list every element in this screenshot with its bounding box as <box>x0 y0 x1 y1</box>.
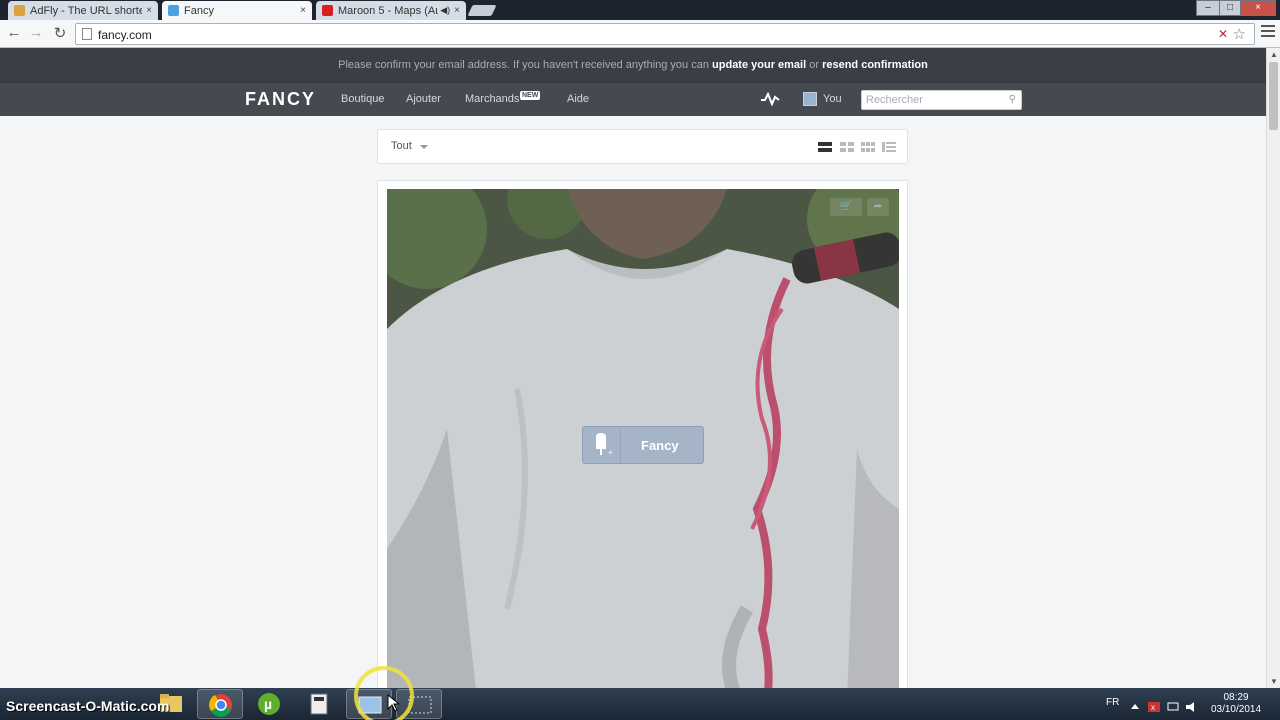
adfly-favicon-icon <box>14 5 25 16</box>
fancy-hand-icon: + <box>583 427 621 463</box>
tab-close-icon[interactable]: × <box>146 5 152 16</box>
confirm-text: Please confirm your email address. If yo… <box>338 59 709 71</box>
tab-close-icon[interactable]: × <box>454 5 460 16</box>
back-arrow-icon[interactable]: ← <box>5 24 23 41</box>
utorrent-icon: µ <box>258 693 280 715</box>
page-icon <box>82 28 92 40</box>
nav-boutique[interactable]: Boutique <box>341 93 384 105</box>
search-icon[interactable]: ⚲ <box>1009 94 1016 105</box>
mouse-cursor-icon <box>387 694 399 712</box>
list-view-icon[interactable] <box>882 142 896 152</box>
maximize-button[interactable]: □ <box>1219 0 1241 16</box>
you-label: You <box>823 93 842 105</box>
new-tab-button[interactable] <box>467 5 497 16</box>
activity-icon[interactable] <box>760 91 780 111</box>
scroll-down-icon[interactable]: ▼ <box>1270 677 1278 686</box>
minimize-button[interactable]: – <box>1196 0 1220 16</box>
browser-tab-adfly[interactable]: AdFly - The URL shortener × <box>8 1 158 20</box>
fancy-button-label: Fancy <box>641 438 679 453</box>
cursor-highlight-ring <box>354 666 414 720</box>
or-text: or <box>809 59 820 71</box>
chevron-down-icon[interactable] <box>420 145 428 149</box>
windows-taskbar: µ Screencast-O-Matic.com FR x 08:29 03/1… <box>0 688 1280 720</box>
browser-tab-fancy[interactable]: Fancy × <box>162 1 312 20</box>
browser-toolbar: ← → ↻ fancy.com ✕ ☆ <box>0 20 1280 48</box>
scrollbar-thumb[interactable] <box>1269 62 1278 130</box>
chrome-icon <box>209 694 232 717</box>
email-confirm-banner: Please confirm your email address. If yo… <box>0 48 1266 82</box>
tab-title: Fancy <box>184 4 214 17</box>
new-badge: NEW <box>520 91 541 100</box>
resend-confirmation-link[interactable]: resend confirmation <box>822 59 928 71</box>
nav-marchands[interactable]: Marchands <box>465 93 519 105</box>
nav-aide[interactable]: Aide <box>567 93 589 105</box>
calculator-icon <box>310 693 328 715</box>
audio-playing-icon: ◀) <box>440 5 451 15</box>
add-to-cart-icon[interactable]: 🛒 <box>830 198 862 216</box>
product-card: 🛒 ➦ + Fancy <box>377 180 908 688</box>
youtube-favicon-icon <box>322 5 333 16</box>
share-icon[interactable]: ➦ <box>867 198 889 216</box>
clock-time: 08:29 <box>1223 692 1249 703</box>
scroll-up-icon[interactable]: ▲ <box>1270 50 1278 59</box>
web-page: Please confirm your email address. If yo… <box>0 48 1266 688</box>
chrome-menu-icon[interactable] <box>1261 25 1275 40</box>
volume-icon[interactable] <box>1186 699 1196 712</box>
site-nav-bar: FANCY Boutique Ajouter Marchands NEW Aid… <box>0 82 1266 116</box>
tray-arrow-icon[interactable] <box>1130 699 1140 709</box>
category-dropdown[interactable]: Tout <box>391 140 412 152</box>
network-icon[interactable] <box>1167 699 1179 711</box>
search-input[interactable] <box>866 93 1002 107</box>
system-clock[interactable]: 08:29 03/10/2014 <box>1208 692 1264 716</box>
language-indicator[interactable]: FR <box>1106 697 1119 708</box>
tab-title: AdFly - The URL shortener <box>30 4 143 17</box>
nav-ajouter[interactable]: Ajouter <box>406 93 441 105</box>
fancy-favicon-icon <box>168 5 179 16</box>
screencast-watermark: Screencast-O-Matic.com <box>6 698 170 714</box>
clock-date: 03/10/2014 <box>1210 704 1262 715</box>
taskbar-chrome[interactable] <box>197 689 243 719</box>
user-menu[interactable]: You <box>803 92 842 106</box>
filter-bar: Tout <box>377 129 908 164</box>
svg-text:+: + <box>608 448 613 457</box>
taskbar-utorrent[interactable]: µ <box>246 689 292 719</box>
large-view-icon[interactable] <box>818 142 832 152</box>
forward-arrow-icon[interactable]: → <box>27 24 45 41</box>
product-photo[interactable]: 🛒 ➦ + Fancy <box>387 189 899 688</box>
flag-alert-icon[interactable]: x <box>1148 699 1160 712</box>
fancy-button[interactable]: + Fancy <box>582 426 704 464</box>
reload-icon[interactable]: ↻ <box>51 24 69 42</box>
svg-text:µ: µ <box>264 696 272 712</box>
bookmark-star-icon[interactable]: ☆ <box>1233 25 1246 43</box>
small-grid-icon[interactable] <box>861 142 875 152</box>
url-text: fancy.com <box>98 28 152 42</box>
avatar <box>803 92 817 106</box>
medium-grid-icon[interactable] <box>840 142 854 152</box>
fancy-logo[interactable]: FANCY <box>245 89 316 110</box>
tab-title: Maroon 5 - Maps (Aud <box>338 4 439 17</box>
taskbar-calculator[interactable] <box>296 689 342 719</box>
address-bar[interactable]: fancy.com ✕ ☆ <box>75 23 1255 45</box>
browser-tab-strip: AdFly - The URL shortener × Fancy × Maro… <box>0 0 1280 20</box>
adblock-icon[interactable]: ✕ <box>1218 27 1228 41</box>
tab-close-icon[interactable]: × <box>300 5 306 16</box>
update-email-link[interactable]: update your email <box>712 59 806 71</box>
page-scrollbar[interactable]: ▲ ▼ <box>1266 48 1280 688</box>
browser-tab-maroon5[interactable]: Maroon 5 - Maps (Aud ◀) × <box>316 1 466 20</box>
svg-text:x: x <box>1151 703 1155 712</box>
close-window-button[interactable]: × <box>1240 0 1276 16</box>
search-box[interactable]: ⚲ <box>861 90 1022 110</box>
